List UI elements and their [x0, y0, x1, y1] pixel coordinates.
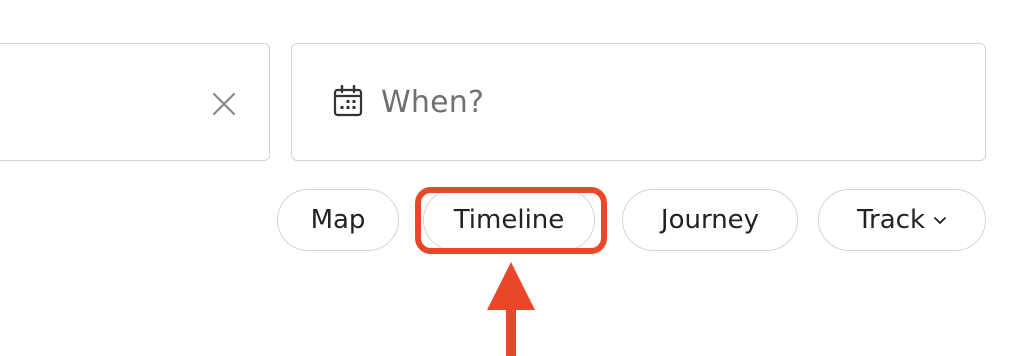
when-input[interactable]: When? — [291, 43, 986, 161]
when-placeholder: When? — [381, 84, 485, 120]
search-panel: When? Map Timeline Journey Track — [0, 0, 1030, 356]
tab-map[interactable]: Map — [277, 189, 399, 251]
pointer-arrow — [487, 262, 535, 356]
tab-timeline[interactable]: Timeline — [423, 189, 595, 251]
tab-journey[interactable]: Journey — [622, 189, 798, 251]
tab-map-label: Map — [310, 205, 366, 235]
calendar-icon — [332, 84, 364, 117]
tab-track-dropdown[interactable]: Track — [818, 189, 986, 251]
tab-journey-label: Journey — [660, 205, 760, 235]
close-icon[interactable] — [209, 89, 239, 119]
tab-timeline-label: Timeline — [453, 205, 565, 235]
chevron-down-icon — [933, 215, 947, 225]
tab-track-label: Track — [856, 205, 926, 235]
